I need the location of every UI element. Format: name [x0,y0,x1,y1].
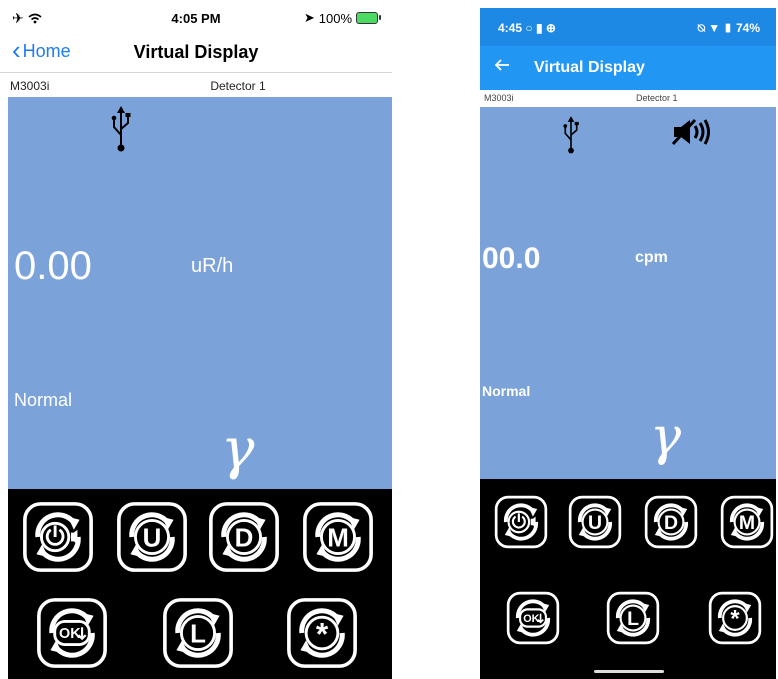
ios-dose-reading: 0.00 [14,244,92,288]
ios-keypad: U D M OK L * [8,489,392,679]
muted-bell-icon: ⍉ [697,21,709,35]
android-status-time: 4:45 [498,21,523,35]
ios-page-title: Virtual Display [133,42,259,62]
up-key[interactable]: U [116,501,188,573]
android-device-model: M3003i [484,93,514,103]
android-back-button[interactable] [494,56,510,79]
usb-icon [111,106,131,152]
svg-text:D: D [664,512,678,534]
circle-icon: ○ [525,21,536,35]
svg-text:U: U [143,524,162,552]
mode-key[interactable]: M [720,495,774,549]
sd-card-icon: ▮ [535,21,543,35]
svg-text:*: * [316,616,329,652]
ios-alarm-status: Normal [14,390,73,410]
gamma-symbol: γ [221,417,255,482]
android-count-unit: cpm [635,249,668,266]
android-keypad: U D M OK L * [480,479,776,679]
battery-charging-icon [356,12,381,24]
ios-device-info-bar: M3003i Detector 1 [0,73,392,97]
ok-key[interactable]: OK [36,597,108,669]
android-device-info-bar: M3003i Detector 1 [480,90,776,107]
android-virtual-display: 00.0 cpm Normal γ [480,107,776,479]
ok-key[interactable]: OK [506,591,560,645]
usb-icon [563,116,579,154]
ios-detector-name: Detector 1 [210,79,266,93]
svg-text:L: L [627,608,639,630]
android-alarm-status: Normal [482,383,531,399]
power-audio-key[interactable] [22,501,94,573]
android-count-reading: 00.0 [482,242,541,275]
light-key[interactable]: L [606,591,660,645]
sync-icon: ⊕ [545,21,556,35]
ios-dose-unit: uR/h [191,255,234,277]
up-key[interactable]: U [568,495,622,549]
svg-text:*: * [730,606,740,633]
battery-icon: ▮ [723,21,733,35]
speaker-muted-icon [671,118,710,146]
arrow-left-icon [494,59,509,71]
ios-nav-bar: ‹ Home Virtual Display [0,36,392,73]
android-battery-percent: 74% [735,21,760,35]
down-key[interactable]: D [208,501,280,573]
svg-text:M: M [327,524,349,552]
ios-status-bar: ✈ 4:05 PM ➤ 100% [0,0,392,36]
ios-virtual-display: 0.00 uR/h Normal γ [8,97,392,489]
light-key[interactable]: L [162,597,234,669]
android-page-title: Virtual Display [534,59,645,76]
ios-battery-percent: 100% [318,10,352,26]
android-status-right: ⍉ ▼ ▮ 74% [698,21,760,36]
wifi-icon: ▼ [708,21,721,35]
ios-status-right: ➤ 100% [303,10,381,26]
svg-text:OK: OK [523,613,539,625]
svg-text:OK: OK [59,626,81,642]
android-detector-name: Detector 1 [636,93,678,103]
android-status-left: 4:45 ○ ▮ ⊕ [498,21,556,35]
ios-phone: ✈ 4:05 PM ➤ 100% ‹ Home Virtual Display … [0,0,392,679]
svg-text:M: M [739,512,755,534]
gamma-symbol: γ [650,407,682,467]
down-key[interactable]: D [644,495,698,549]
star-key[interactable]: * [286,597,358,669]
location-arrow-icon: ➤ [303,10,315,25]
android-phone: 4:45 ○ ▮ ⊕ ⍉ ▼ ▮ 74% Virtual Display M30… [480,8,776,679]
svg-text:U: U [588,512,602,534]
power-audio-key[interactable] [494,495,548,549]
android-app-bar: Virtual Display [480,46,776,90]
android-home-indicator[interactable] [594,670,664,673]
svg-text:D: D [235,524,254,552]
mode-key[interactable]: M [302,501,374,573]
android-status-bar: 4:45 ○ ▮ ⊕ ⍉ ▼ ▮ 74% [480,8,776,46]
svg-text:L: L [190,620,206,648]
star-key[interactable]: * [708,591,762,645]
